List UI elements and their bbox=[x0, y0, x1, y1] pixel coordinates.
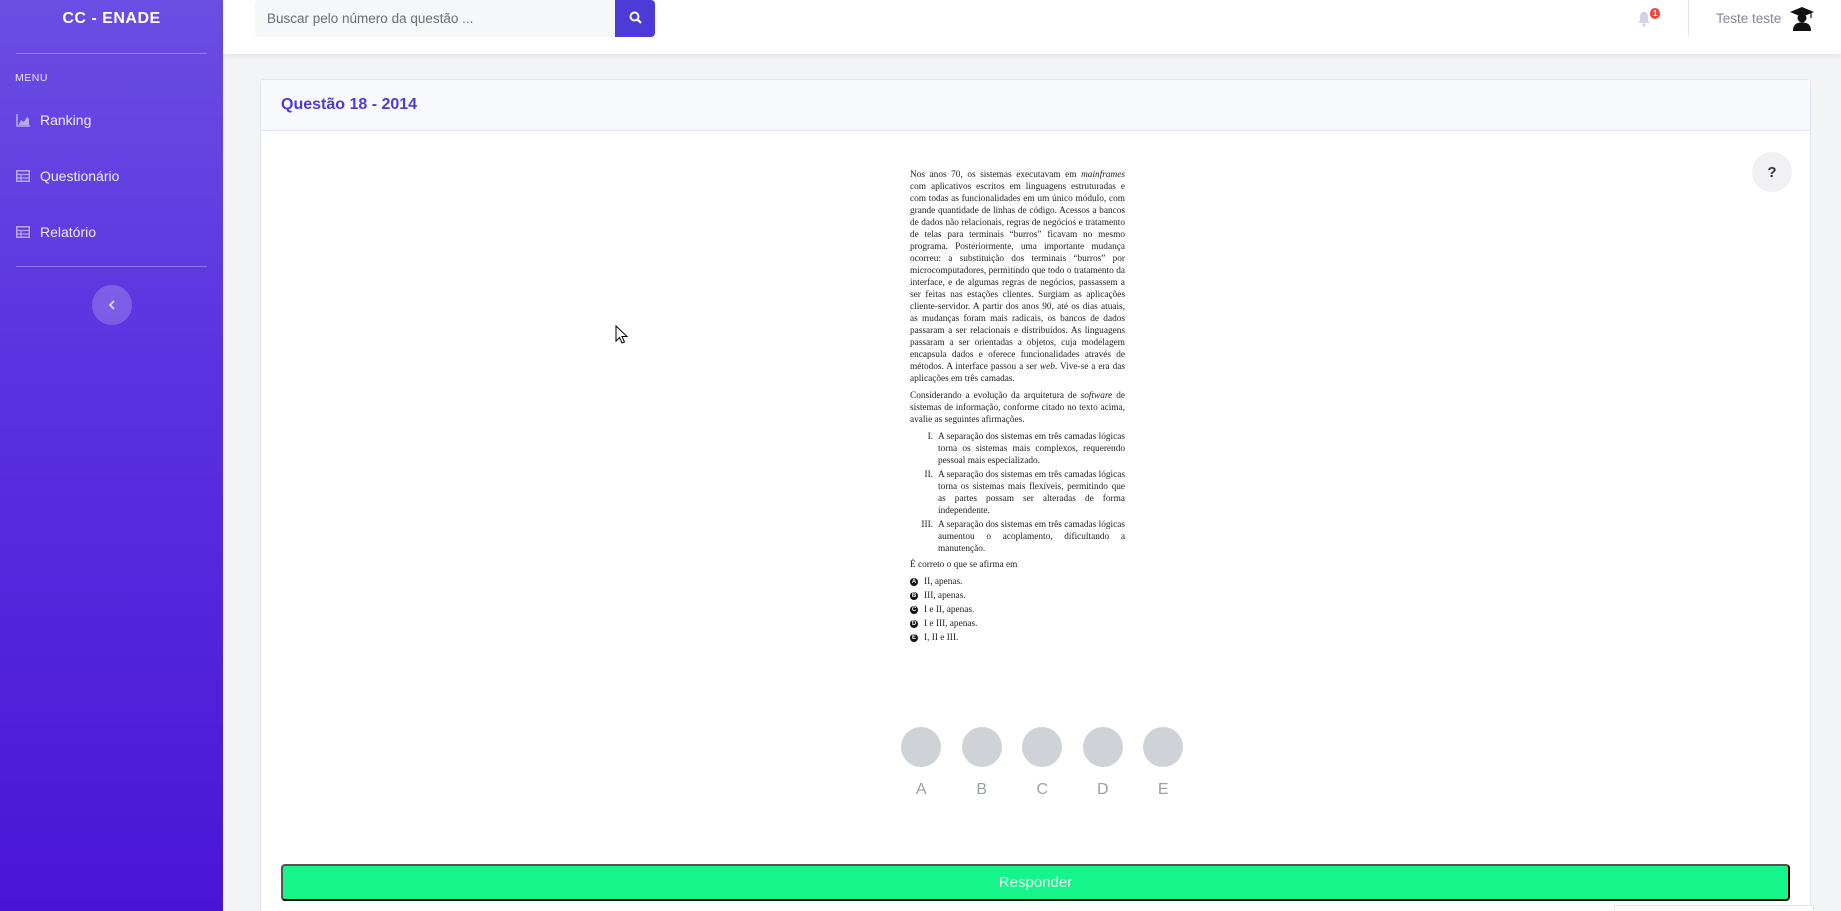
user-name[interactable]: Teste teste bbox=[1716, 11, 1781, 26]
chart-area-icon bbox=[16, 113, 30, 127]
choice-c[interactable]: C bbox=[1012, 727, 1073, 799]
bell-icon bbox=[1637, 12, 1651, 31]
sidebar-item-questionario[interactable]: Questionário bbox=[0, 148, 223, 204]
option-line: A II, apenas. bbox=[910, 576, 1125, 588]
text-fragment: Nos anos 70, os sistemas executavam em bbox=[910, 170, 1082, 180]
nav-list: Ranking Questionário Relatório bbox=[0, 92, 223, 260]
option-text: III, apenas. bbox=[924, 591, 966, 601]
statement-text: A separação dos sistemas em três camadas… bbox=[938, 470, 1125, 516]
option-line: E I, II e III. bbox=[910, 632, 1125, 644]
table-icon bbox=[16, 225, 30, 239]
question-paragraph: Considerando a evolução da arquitetura d… bbox=[910, 390, 1125, 426]
option-line: D I e III, apenas. bbox=[910, 618, 1125, 630]
submit-answer-button[interactable]: Responder bbox=[281, 864, 1790, 901]
choice-e[interactable]: E bbox=[1133, 727, 1194, 799]
chevron-left-icon bbox=[108, 297, 116, 313]
statement-item: I. A separação dos sistemas em três camad… bbox=[910, 431, 1125, 467]
choice-radio[interactable] bbox=[1022, 727, 1063, 767]
choice-radio[interactable] bbox=[1143, 727, 1184, 767]
option-letter-badge: C bbox=[910, 606, 918, 614]
choice-d[interactable]: D bbox=[1073, 727, 1134, 799]
question-card: Questão 18 - 2014 ? Nos anos 70, os sist… bbox=[260, 79, 1811, 911]
text-fragment: mainframes bbox=[1081, 170, 1125, 180]
sidebar: CC - ENADE MENU Ranking Questionário Rel… bbox=[0, 0, 223, 911]
notification-badge: 1 bbox=[1650, 8, 1661, 19]
brand-title[interactable]: CC - ENADE bbox=[0, 0, 223, 38]
option-letter-badge: D bbox=[910, 620, 918, 628]
card-header: Questão 18 - 2014 bbox=[261, 80, 1810, 131]
text-fragment: software bbox=[1080, 391, 1113, 401]
search-input[interactable] bbox=[255, 0, 615, 37]
sidebar-divider bbox=[16, 53, 207, 54]
choice-label: C bbox=[1036, 781, 1049, 798]
question-prompt: É correto o que se afirma em bbox=[910, 560, 1018, 570]
menu-heading: MENU bbox=[15, 72, 48, 84]
sidebar-divider bbox=[16, 266, 207, 267]
option-text: I e II, apenas. bbox=[924, 605, 975, 615]
choice-radio[interactable] bbox=[901, 727, 942, 767]
statement-item: II. A separação dos sistemas em três cama… bbox=[910, 469, 1125, 517]
option-letter-badge: A bbox=[910, 578, 918, 586]
option-line: B III, apenas. bbox=[910, 590, 1125, 602]
choice-b[interactable]: B bbox=[952, 727, 1013, 799]
question-title: Questão 18 - 2014 bbox=[281, 96, 418, 113]
answer-choices: A B C D E bbox=[891, 727, 1194, 799]
topbar: 1 Teste teste bbox=[223, 0, 1841, 54]
option-letter-badge: E bbox=[910, 634, 918, 642]
question-image: Nos anos 70, os sistemas executavam em m… bbox=[910, 169, 1125, 646]
statement-numeral: I. bbox=[927, 432, 933, 442]
search-button[interactable] bbox=[615, 0, 655, 37]
statement-numeral: III. bbox=[921, 520, 933, 530]
statement-list: I. A separação dos sistemas em três camad… bbox=[910, 431, 1125, 555]
text-fragment: Considerando a evolução da arquitetura d… bbox=[910, 391, 1081, 401]
table-icon bbox=[16, 169, 30, 183]
mouse-cursor-icon bbox=[615, 324, 629, 345]
option-text: I, II e III. bbox=[924, 633, 959, 643]
question-paragraph: Nos anos 70, os sistemas executavam em m… bbox=[910, 169, 1125, 385]
text-fragment: web bbox=[1039, 362, 1055, 372]
statement-numeral: II. bbox=[924, 470, 933, 480]
option-text: I e III, apenas. bbox=[924, 619, 978, 629]
statement-item: III. A separação dos sistemas em três cam… bbox=[910, 519, 1125, 555]
search-icon bbox=[629, 11, 642, 27]
footer-fragment bbox=[1614, 905, 1814, 911]
topbar-divider bbox=[1688, 0, 1689, 37]
statement-text: A separação dos sistemas em três camadas… bbox=[938, 520, 1125, 554]
search-bar bbox=[255, 0, 655, 37]
text-fragment: com aplicativos escritos em linguagens e… bbox=[910, 182, 1125, 372]
choice-a[interactable]: A bbox=[891, 727, 952, 799]
choice-radio[interactable] bbox=[961, 727, 1002, 767]
choice-label: B bbox=[976, 781, 988, 798]
sidebar-item-ranking[interactable]: Ranking bbox=[0, 92, 223, 148]
sidebar-toggle-button[interactable] bbox=[91, 285, 132, 325]
choice-radio[interactable] bbox=[1082, 727, 1123, 767]
sidebar-item-label: Questionário bbox=[40, 168, 120, 184]
sidebar-item-relatorio[interactable]: Relatório bbox=[0, 204, 223, 260]
sidebar-item-label: Ranking bbox=[40, 112, 92, 128]
option-letter-badge: B bbox=[910, 592, 918, 600]
option-text: II, apenas. bbox=[924, 577, 963, 587]
choice-label: D bbox=[1096, 781, 1109, 798]
statement-text: A separação dos sistemas em três camadas… bbox=[938, 432, 1125, 466]
graduate-avatar-icon[interactable] bbox=[1789, 5, 1815, 31]
option-line: C I e II, apenas. bbox=[910, 604, 1125, 616]
choice-label: A bbox=[915, 781, 927, 798]
choice-label: E bbox=[1157, 781, 1169, 798]
help-button[interactable]: ? bbox=[1752, 152, 1792, 192]
sidebar-item-label: Relatório bbox=[40, 224, 97, 240]
